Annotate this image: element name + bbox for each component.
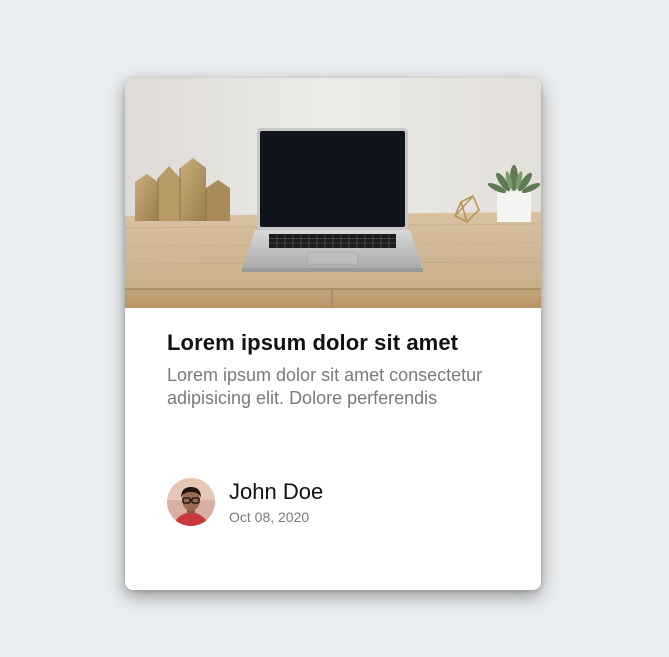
post-date: Oct 08, 2020 <box>229 509 310 525</box>
avatar[interactable] <box>167 478 215 526</box>
author-info: John Doe Oct 08, 2020 <box>167 478 323 526</box>
card-title[interactable]: Lorem ipsum dolor sit amet <box>167 328 507 358</box>
post-card[interactable]: Lorem ipsum dolor sit amet Lorem ipsum d… <box>125 78 541 590</box>
author-name[interactable]: John Doe <box>229 479 323 505</box>
card-description: Lorem ipsum dolor sit amet consectetur a… <box>167 365 483 408</box>
card-image <box>125 78 541 308</box>
author-meta: John Doe Oct 08, 2020 <box>229 479 323 525</box>
card-body: Lorem ipsum dolor sit amet Lorem ipsum d… <box>167 328 507 410</box>
